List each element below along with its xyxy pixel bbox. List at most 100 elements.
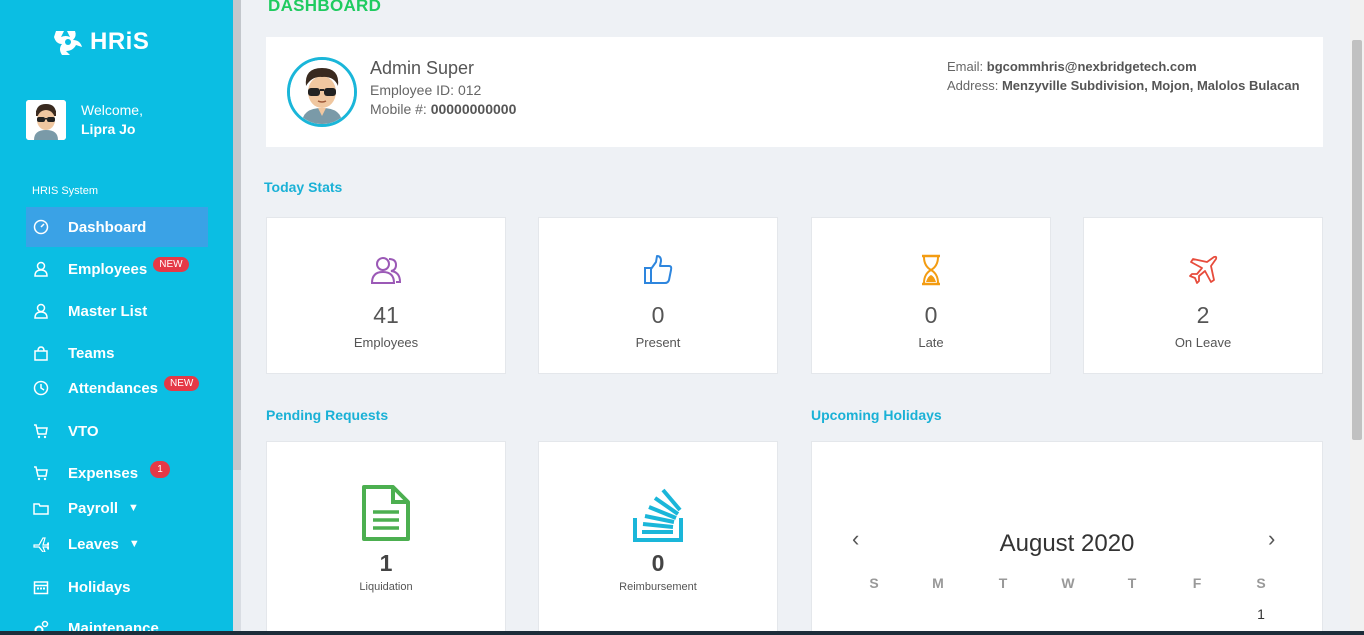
sidebar-item-expenses[interactable]: Expenses 1: [26, 453, 208, 493]
taskbar-edge: [0, 631, 1364, 635]
day-of-week: T: [998, 575, 1008, 591]
employee-id-line: Employee ID: 012: [370, 82, 481, 98]
sidebar: HRiS Welcome, Lipra Jo HRIS System Dashb…: [0, 0, 233, 635]
cart-icon: [34, 424, 48, 439]
user-icon: [34, 303, 48, 319]
sidebar-item-label: Payroll: [68, 499, 119, 517]
today-stats-heading: Today Stats: [264, 179, 343, 195]
thumbs-up-icon: [644, 255, 673, 284]
day-of-week: S: [869, 575, 879, 591]
upcoming-holidays-heading: Upcoming Holidays: [811, 407, 942, 423]
request-value: 0: [651, 550, 665, 576]
plane-icon: [1189, 255, 1218, 284]
sidebar-item-holidays[interactable]: Holidays: [26, 567, 208, 607]
sidebar-item-label: Attendances: [68, 379, 159, 397]
sidebar-section-title: HRIS System: [32, 185, 99, 197]
stat-label: Present: [635, 335, 681, 350]
sidebar-item-label: Holidays: [68, 578, 131, 596]
profile-card: Admin Super Employee ID: 012 Mobile #: 0…: [266, 37, 1323, 147]
logo-mark-icon: [54, 31, 82, 55]
stat-label: On Leave: [1174, 335, 1232, 350]
sidebar-item-master-list[interactable]: Master List: [26, 291, 208, 331]
day-of-week: M: [932, 575, 944, 591]
mobile-value: 00000000000: [430, 101, 517, 117]
day-of-week: S: [1256, 575, 1266, 591]
mobile-line: Mobile #: 00000000000: [370, 101, 516, 117]
page-scrollbar-thumb[interactable]: [1352, 40, 1362, 440]
stat-card-present[interactable]: 0 Present: [538, 217, 778, 374]
address-label: Address:: [947, 78, 999, 93]
sidebar-item-dashboard[interactable]: Dashboard: [26, 207, 208, 247]
calendar-day[interactable]: 1: [1251, 606, 1271, 622]
sidebar-item-label: Master List: [68, 302, 148, 320]
welcome-label: Welcome,: [81, 102, 143, 118]
profile-avatar[interactable]: [287, 57, 357, 127]
mobile-label: Mobile #:: [370, 101, 427, 117]
calendar-month: August 2020: [999, 530, 1135, 557]
page-scrollbar[interactable]: [1350, 0, 1364, 635]
address-value: Menzyville Subdivision, Mojon, Malolos B…: [1001, 78, 1300, 93]
stat-label: Late: [918, 335, 944, 350]
calendar-icon: [33, 581, 49, 595]
new-badge: NEW: [153, 256, 189, 272]
address-line: Address: Menzyville Subdivision, Mojon, …: [947, 78, 1300, 93]
avatar-image-icon: [26, 100, 66, 140]
email-line: Email: bgcommhris@nexbridgetech.com: [947, 59, 1197, 74]
sidebar-item-label: Dashboard: [68, 218, 147, 236]
hourglass-icon: [922, 254, 940, 286]
app-logo[interactable]: HRiS: [52, 27, 149, 57]
logo-text: HRiS: [90, 28, 150, 55]
bag-icon: [34, 346, 48, 361]
sidebar-item-label: Teams: [68, 344, 115, 362]
sidebar-item-label: Leaves: [68, 535, 119, 553]
sidebar-item-employees[interactable]: Employees NEW: [26, 249, 208, 289]
users-icon: [370, 257, 402, 284]
sidebar-item-leaves[interactable]: Leaves ▼: [26, 524, 208, 564]
sidebar-avatar[interactable]: [26, 100, 66, 140]
email-label: Email:: [947, 59, 984, 74]
request-card-reimbursement[interactable]: 0 Reimbursement: [538, 441, 778, 635]
dashboard-icon: [33, 219, 49, 235]
stat-card-employees[interactable]: 41 Employees: [266, 217, 506, 374]
sidebar-item-label: VTO: [68, 422, 99, 440]
request-card-liquidation[interactable]: 1 Liquidation: [266, 441, 506, 635]
sidebar-scrollbar-thumb[interactable]: [233, 0, 241, 470]
day-of-week: F: [1192, 575, 1202, 591]
plane-icon: [33, 537, 49, 552]
profile-name: Admin Super: [370, 58, 475, 78]
page-title: DASHBOARD: [268, 0, 382, 15]
sidebar-item-payroll[interactable]: Payroll ▼: [26, 488, 208, 528]
day-of-week: T: [1127, 575, 1137, 591]
day-of-week: W: [1061, 575, 1075, 591]
folder-icon: [33, 503, 49, 515]
cart-icon: [34, 466, 48, 481]
document-icon: [362, 485, 410, 541]
new-badge: NEW: [164, 375, 200, 391]
user-welcome: Welcome, Lipra Jo: [26, 100, 143, 140]
sidebar-item-label: Employees: [68, 260, 148, 278]
next-month-button[interactable]: ›: [1268, 526, 1275, 552]
user-name: Lipra Jo: [81, 121, 136, 137]
employee-id-value: 012: [457, 82, 482, 98]
caret-down-icon: ▼: [128, 502, 139, 514]
sidebar-item-teams[interactable]: Teams: [26, 333, 208, 373]
clock-icon: [33, 380, 49, 396]
stat-card-on-leave[interactable]: 2 On Leave: [1083, 217, 1323, 374]
stat-card-late[interactable]: 0 Late: [811, 217, 1051, 374]
request-label: Reimbursement: [619, 581, 697, 593]
employee-id-label: Employee ID:: [370, 82, 455, 98]
pending-requests-heading: Pending Requests: [266, 407, 389, 423]
holiday-calendar: ‹ August 2020 › S M T W T F S 1: [811, 441, 1323, 635]
count-badge: 1: [150, 460, 171, 478]
stat-value: 0: [651, 302, 665, 328]
stat-value: 41: [373, 302, 399, 328]
sidebar-item-label: Expenses: [68, 464, 139, 482]
avatar-image-icon: [290, 60, 354, 124]
sidebar-item-vto[interactable]: VTO: [26, 411, 208, 451]
stat-value: 0: [924, 302, 938, 328]
request-label: Liquidation: [359, 581, 413, 593]
user-icon: [34, 261, 48, 277]
stat-label: Employees: [353, 335, 419, 350]
stack-icon: [633, 488, 683, 542]
sidebar-item-attendances[interactable]: Attendances NEW: [26, 368, 208, 408]
